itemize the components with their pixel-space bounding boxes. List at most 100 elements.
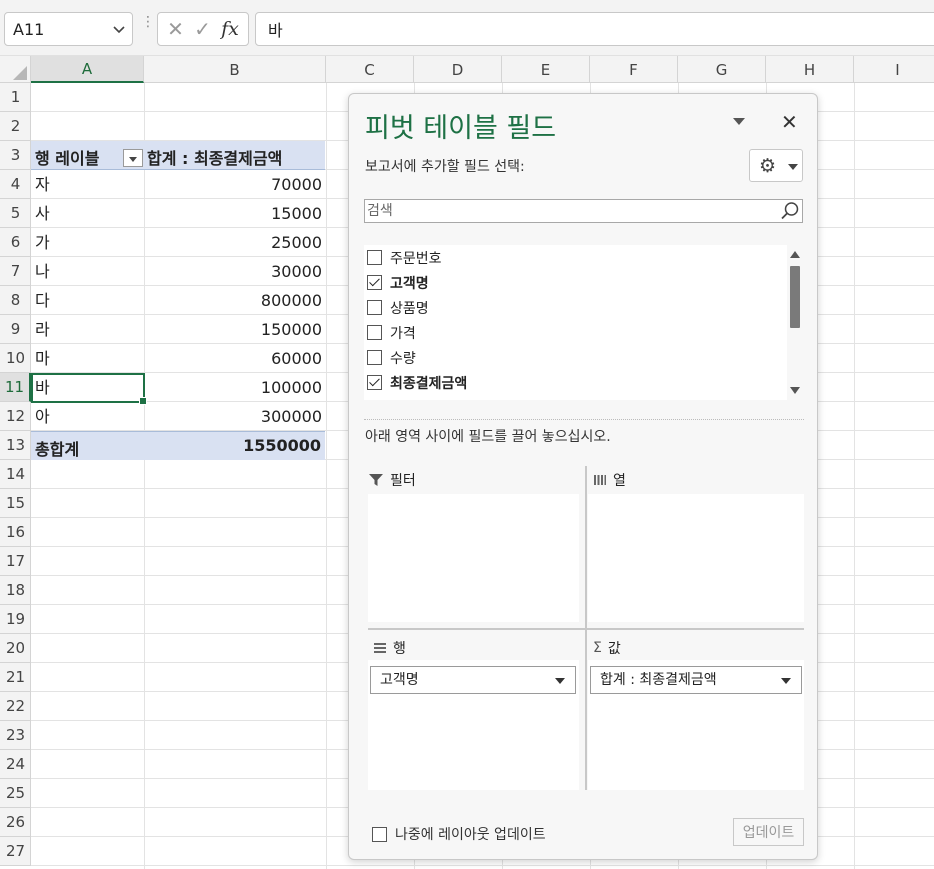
column-header-c[interactable]: C <box>326 56 414 83</box>
column-header-g[interactable]: G <box>678 56 766 83</box>
pivot-row-label[interactable]: 마 <box>35 344 50 373</box>
defer-layout-checkbox[interactable] <box>372 826 387 842</box>
row-header-15[interactable]: 15 <box>0 489 31 518</box>
field-item[interactable]: 상품명 <box>367 295 429 320</box>
field-item[interactable]: 고객명 <box>367 270 429 295</box>
row-header-10[interactable]: 10 <box>0 344 31 373</box>
formula-input[interactable]: 바 <box>255 12 934 46</box>
enter-icon[interactable]: ✓ <box>194 17 211 41</box>
pivot-row-value[interactable]: 30000 <box>144 257 322 286</box>
row-header-22[interactable]: 22 <box>0 692 31 721</box>
pivot-row-label[interactable]: 아 <box>35 402 50 431</box>
scroll-thumb[interactable] <box>790 266 800 328</box>
row-header-1[interactable]: 1 <box>0 83 31 112</box>
column-header-i[interactable]: I <box>854 56 934 83</box>
column-header-d[interactable]: D <box>414 56 502 83</box>
area-splitter-horizontal[interactable] <box>368 628 804 630</box>
row-header-27[interactable]: 27 <box>0 837 31 866</box>
name-box[interactable]: A11 <box>4 12 133 46</box>
columns-drop-area[interactable] <box>588 494 804 622</box>
pivot-row-label[interactable]: 나 <box>35 257 50 286</box>
rows-drop-area[interactable]: 고객명 <box>368 660 579 790</box>
filters-drop-area[interactable] <box>368 494 579 622</box>
defer-layout-update[interactable]: 나중에 레이아웃 업데이트 <box>372 824 546 844</box>
select-all-button[interactable] <box>0 56 31 83</box>
field-checkbox[interactable] <box>367 350 382 365</box>
row-header-18[interactable]: 18 <box>0 576 31 605</box>
pivot-row-value[interactable]: 15000 <box>144 199 322 228</box>
field-item[interactable]: 최종결제금액 <box>367 370 467 395</box>
pivot-row-label[interactable]: 가 <box>35 228 50 257</box>
scroll-down-icon[interactable] <box>790 387 800 394</box>
more-vertical-icon[interactable]: ⋮ <box>141 15 155 29</box>
row-labels-header[interactable]: 행 레이블 <box>35 145 99 169</box>
pivot-row-value[interactable]: 25000 <box>144 228 322 257</box>
row-header-13[interactable]: 13 <box>0 431 31 460</box>
grand-total-label[interactable]: 총합계 <box>35 436 79 460</box>
pivot-row-label[interactable]: 사 <box>35 199 50 228</box>
field-item[interactable]: 주문번호 <box>367 245 442 270</box>
row-header-19[interactable]: 19 <box>0 605 31 634</box>
row-header-20[interactable]: 20 <box>0 634 31 663</box>
grand-total-value[interactable]: 1550000 <box>243 436 321 455</box>
column-header-a[interactable]: A <box>31 56 144 83</box>
field-search-input[interactable]: 검색 <box>364 199 803 223</box>
row-header-21[interactable]: 21 <box>0 663 31 692</box>
field-list-scrollbar[interactable] <box>787 245 803 400</box>
chevron-down-icon[interactable] <box>112 22 126 36</box>
field-item[interactable] <box>367 395 390 400</box>
row-header-23[interactable]: 23 <box>0 721 31 750</box>
row-header-3[interactable]: 3 <box>0 141 31 170</box>
pivot-row-value[interactable]: 70000 <box>144 170 322 199</box>
pivot-row-value[interactable]: 150000 <box>144 315 322 344</box>
field-checkbox[interactable] <box>367 300 382 315</box>
field-checkbox[interactable] <box>367 375 382 390</box>
row-header-16[interactable]: 16 <box>0 518 31 547</box>
tools-button[interactable]: ⚙ <box>749 149 803 182</box>
pivot-row-value[interactable]: 800000 <box>144 286 322 315</box>
update-button[interactable]: 업데이트 <box>733 818 804 846</box>
row-header-17[interactable]: 17 <box>0 547 31 576</box>
values-drop-area[interactable]: 합계 : 최종결제금액 <box>588 660 804 790</box>
chevron-down-icon[interactable] <box>781 678 791 684</box>
row-header-7[interactable]: 7 <box>0 257 31 286</box>
insert-function-icon[interactable]: fx <box>221 18 239 40</box>
column-header-b[interactable]: B <box>144 56 326 83</box>
row-header-4[interactable]: 4 <box>0 170 31 199</box>
field-checkbox[interactable] <box>367 325 382 340</box>
close-icon[interactable]: ✕ <box>781 110 798 134</box>
row-header-11[interactable]: 11 <box>0 373 31 402</box>
pivot-row-value[interactable]: 60000 <box>144 344 322 373</box>
chevron-down-icon[interactable] <box>555 678 565 684</box>
values-field-pill[interactable]: 합계 : 최종결제금액 <box>590 666 802 694</box>
row-header-2[interactable]: 2 <box>0 112 31 141</box>
scroll-up-icon[interactable] <box>790 251 800 258</box>
pivot-row-value[interactable]: 300000 <box>144 402 322 431</box>
row-header-6[interactable]: 6 <box>0 228 31 257</box>
pivot-row-label[interactable]: 자 <box>35 170 50 199</box>
pivot-row-label[interactable]: 다 <box>35 286 50 315</box>
row-header-26[interactable]: 26 <box>0 808 31 837</box>
cancel-icon[interactable]: ✕ <box>167 17 184 41</box>
row-header-9[interactable]: 9 <box>0 315 31 344</box>
pivot-row-value[interactable]: 100000 <box>144 373 322 402</box>
field-checkbox[interactable] <box>367 275 382 290</box>
pivot-row-label[interactable]: 라 <box>35 315 50 344</box>
field-item[interactable]: 수량 <box>367 345 416 370</box>
value-header[interactable]: 합계 : 최종결제금액 <box>147 145 282 169</box>
search-icon[interactable] <box>780 201 800 221</box>
row-header-8[interactable]: 8 <box>0 286 31 315</box>
column-header-e[interactable]: E <box>502 56 590 83</box>
row-header-24[interactable]: 24 <box>0 750 31 779</box>
row-labels-filter-button[interactable] <box>123 149 143 167</box>
column-header-f[interactable]: F <box>590 56 678 83</box>
rows-field-pill[interactable]: 고객명 <box>370 666 576 694</box>
row-header-12[interactable]: 12 <box>0 402 31 431</box>
pane-options-dropdown-icon[interactable] <box>733 118 745 125</box>
field-checkbox[interactable] <box>367 250 382 265</box>
column-header-h[interactable]: H <box>766 56 854 83</box>
row-header-25[interactable]: 25 <box>0 779 31 808</box>
row-header-14[interactable]: 14 <box>0 460 31 489</box>
field-item[interactable]: 가격 <box>367 320 416 345</box>
row-header-5[interactable]: 5 <box>0 199 31 228</box>
